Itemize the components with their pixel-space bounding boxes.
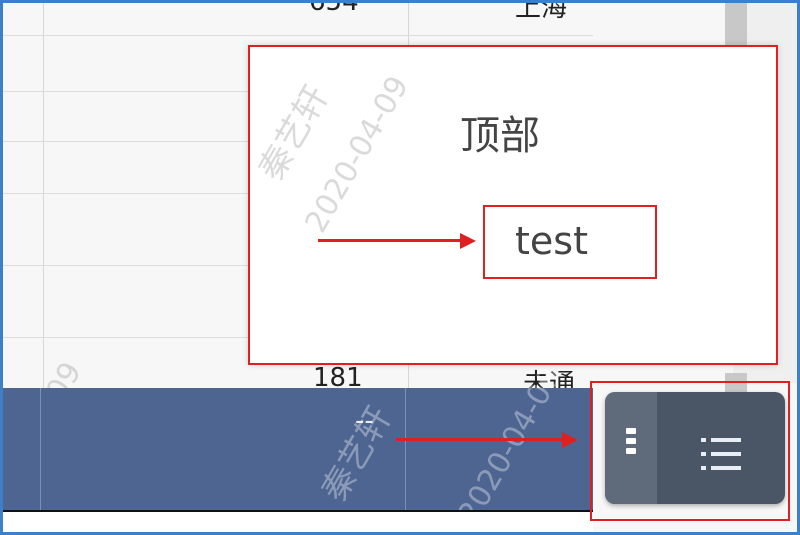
annotation-arrow xyxy=(396,438,566,441)
annotation-arrow-head xyxy=(562,432,578,448)
table-cell: 654 xyxy=(309,3,359,17)
annotation-arrow-head xyxy=(460,233,476,249)
float-expand-button[interactable] xyxy=(605,392,657,504)
annotation-arrow xyxy=(318,239,463,242)
float-menu-popup: 秦艺轩 2020-04-09 顶部 test xyxy=(248,45,778,365)
menu-item-top[interactable]: 顶部 xyxy=(460,103,540,161)
column-divider xyxy=(40,388,41,510)
menu-item-test-label: test xyxy=(515,219,588,263)
scrollbar-thumb[interactable] xyxy=(725,3,747,47)
float-list-button[interactable] xyxy=(657,392,785,504)
column-divider xyxy=(405,388,406,510)
float-widget xyxy=(605,392,785,504)
watermark-name: 秦艺轩 xyxy=(251,79,337,188)
table-row-selected[interactable]: -- 秦艺轩 2020-04-09 xyxy=(3,361,593,530)
table-footer xyxy=(3,510,593,534)
row-divider xyxy=(3,35,593,36)
menu-item-test[interactable]: test xyxy=(483,205,657,279)
table-cell: 上海 xyxy=(515,3,568,23)
watermark-name: 秦艺轩 xyxy=(314,400,400,509)
